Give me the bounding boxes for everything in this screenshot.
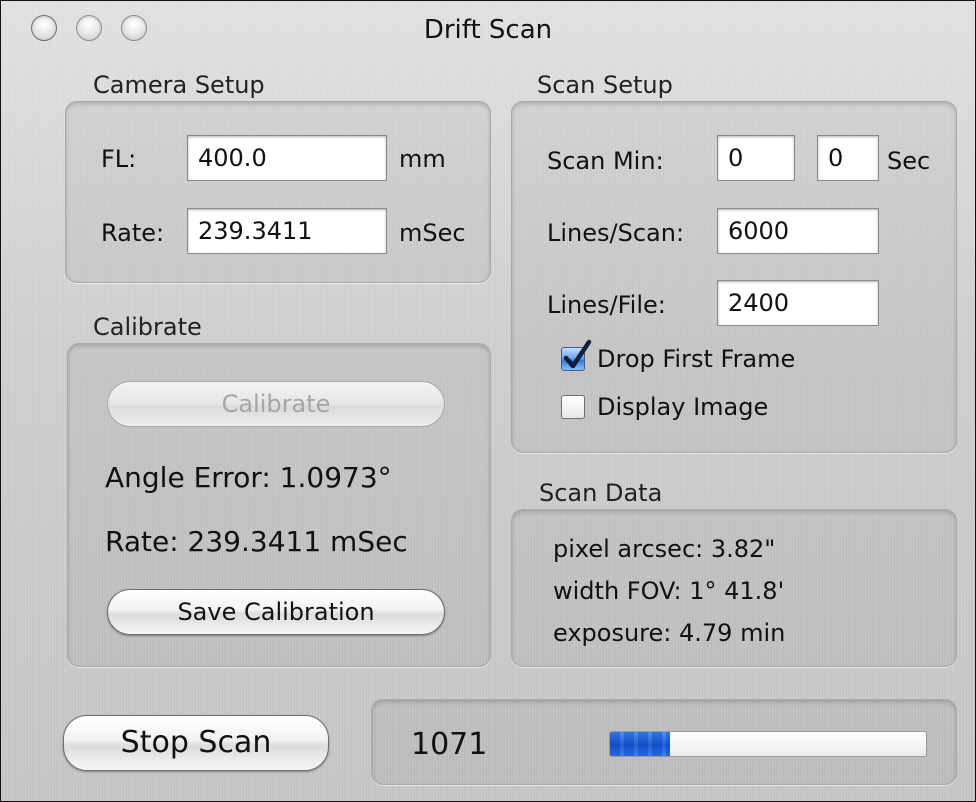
camera-setup-panel (65, 101, 491, 283)
camera-setup-title: Camera Setup (93, 71, 265, 99)
fl-unit: mm (399, 145, 446, 173)
display-image-checkbox[interactable] (561, 395, 585, 419)
title-bar: Drift Scan (1, 1, 975, 49)
width-fov-text: width FOV: 1° 41.8' (553, 577, 785, 605)
scan-line-count: 1071 (411, 727, 488, 762)
drop-first-frame-label: Drop First Frame (597, 345, 796, 373)
exposure-text: exposure: 4.79 min (553, 619, 786, 647)
lines-per-file-label: Lines/File: (547, 291, 666, 319)
scan-minutes-input[interactable] (717, 135, 795, 181)
save-calibration-button[interactable]: Save Calibration (107, 589, 445, 635)
scan-min-label: Scan Min: (547, 147, 664, 175)
calibrate-title: Calibrate (93, 313, 202, 341)
scan-setup-title: Scan Setup (537, 71, 673, 99)
lines-per-file-input[interactable] (717, 280, 879, 326)
checkmark-icon (563, 339, 592, 369)
scan-seconds-input[interactable] (817, 135, 879, 181)
calibration-rate-text: Rate: 239.3411 mSec (105, 525, 408, 558)
display-image-label: Display Image (597, 393, 769, 421)
calibrate-button[interactable]: Calibrate (107, 381, 445, 427)
fl-label: FL: (101, 145, 137, 173)
rate-unit: mSec (399, 219, 466, 247)
angle-error-text: Angle Error: 1.0973° (105, 461, 392, 494)
window-title: Drift Scan (423, 15, 553, 45)
fl-input[interactable] (187, 135, 387, 181)
lines-per-scan-label: Lines/Scan: (547, 219, 685, 247)
drop-first-frame-checkbox[interactable] (561, 339, 592, 371)
rate-label: Rate: (101, 219, 165, 247)
scan-progress-fill (610, 732, 671, 756)
pixel-arcsec-text: pixel arcsec: 3.82" (553, 535, 776, 563)
stop-scan-button[interactable]: Stop Scan (63, 715, 329, 771)
lines-per-scan-input[interactable] (717, 208, 879, 254)
sec-unit: Sec (887, 147, 931, 175)
drift-scan-window: Drift Scan Camera Setup FL: mm Rate: mSe… (0, 0, 976, 802)
scan-progress-bar (609, 731, 927, 757)
scan-data-title: Scan Data (539, 479, 663, 507)
rate-input[interactable] (187, 208, 387, 254)
